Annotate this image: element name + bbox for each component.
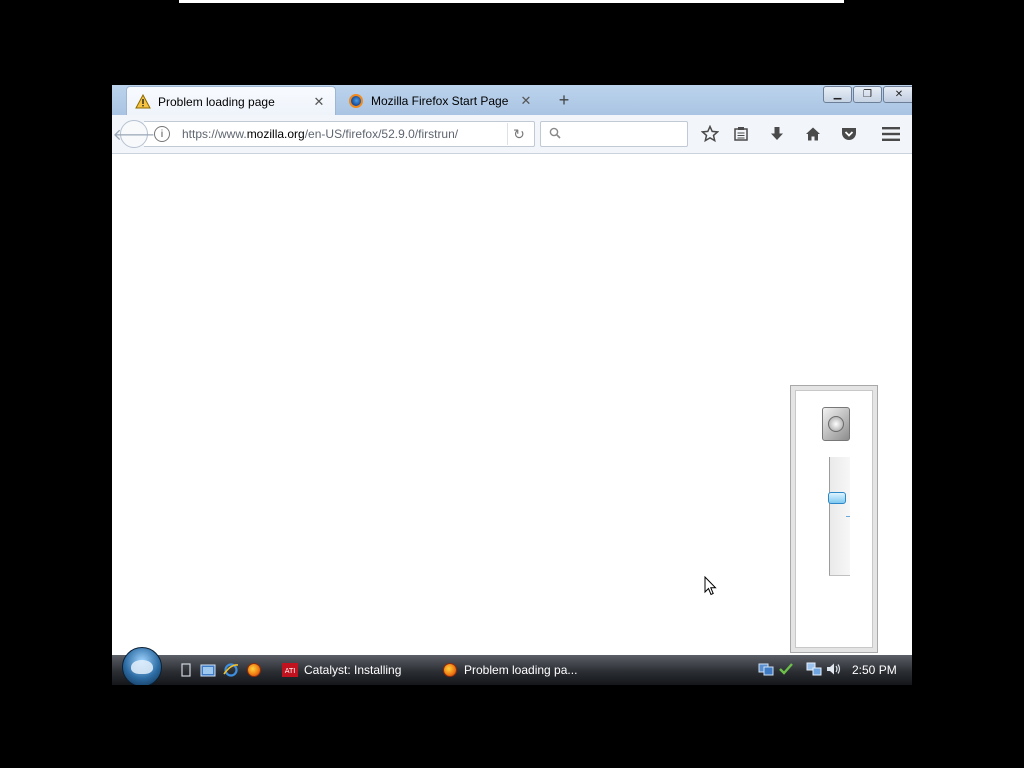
internet-explorer-icon[interactable] bbox=[223, 662, 239, 678]
taskbar-button-catalyst[interactable]: ATI Catalyst: Installing bbox=[282, 659, 401, 681]
firefox-icon bbox=[348, 93, 364, 109]
volume-mixer-popup bbox=[790, 385, 878, 653]
taskbar-button-label: Problem loading pa... bbox=[464, 663, 578, 677]
volume-icon[interactable] bbox=[826, 661, 842, 677]
taskbar-clock[interactable]: 2:50 PM bbox=[852, 663, 897, 677]
download-icon[interactable] bbox=[765, 122, 789, 146]
window-controls: ▁ ❐ ✕ bbox=[822, 86, 912, 103]
start-logo-icon bbox=[131, 660, 153, 674]
minimize-button[interactable]: ▁ bbox=[823, 86, 852, 103]
search-icon bbox=[549, 127, 561, 142]
reload-icon[interactable]: ↻ bbox=[507, 123, 530, 145]
start-button[interactable] bbox=[122, 647, 162, 685]
new-tab-button[interactable]: + bbox=[554, 90, 574, 110]
home-icon[interactable] bbox=[801, 122, 825, 146]
taskbar-button-firefox[interactable]: Problem loading pa... bbox=[442, 659, 577, 681]
volume-mixer-panel bbox=[795, 390, 873, 648]
security-check-icon[interactable] bbox=[778, 661, 794, 677]
network-icon[interactable] bbox=[806, 661, 822, 677]
speaker-icon[interactable] bbox=[822, 407, 850, 441]
url-bar[interactable]: i https://www.mozilla.org/en-US/firefox/… bbox=[144, 121, 535, 147]
svg-text:ATI: ATI bbox=[285, 667, 296, 675]
menu-icon[interactable] bbox=[879, 122, 903, 146]
close-tab-icon[interactable]: ✕ bbox=[311, 94, 327, 110]
volume-slider-thumb[interactable] bbox=[828, 492, 846, 504]
tab-label: Mozilla Firefox Start Page bbox=[371, 93, 509, 108]
warning-icon bbox=[135, 93, 151, 110]
top-edge-strip bbox=[179, 0, 844, 3]
firefox-icon[interactable] bbox=[246, 662, 262, 678]
taskbar: ATI Catalyst: Installing Problem loading… bbox=[112, 647, 912, 685]
network-status-icon[interactable] bbox=[758, 661, 774, 677]
reading-list-icon[interactable] bbox=[729, 122, 753, 146]
star-icon[interactable] bbox=[698, 122, 722, 146]
show-desktop-icon[interactable] bbox=[178, 662, 194, 678]
tab-firefox-start[interactable]: Mozilla Firefox Start Page ✕ bbox=[340, 86, 542, 115]
navigation-toolbar: i https://www.mozilla.org/en-US/firefox/… bbox=[112, 115, 912, 154]
back-arrow-icon: 🡐 bbox=[112, 126, 156, 144]
firefox-icon bbox=[442, 662, 458, 678]
pocket-icon[interactable] bbox=[837, 122, 861, 146]
desktop-screen: Problem loading page ✕ Mozilla Firefox S… bbox=[112, 85, 912, 685]
system-tray bbox=[758, 661, 846, 677]
search-bar[interactable] bbox=[540, 121, 688, 147]
close-window-button[interactable]: ✕ bbox=[883, 86, 912, 103]
close-tab-icon[interactable]: ✕ bbox=[518, 93, 534, 109]
tab-problem-loading[interactable]: Problem loading page ✕ bbox=[126, 86, 336, 116]
url-text[interactable]: https://www.mozilla.org/en-US/firefox/52… bbox=[182, 127, 507, 141]
volume-slider-tick bbox=[846, 516, 850, 517]
search-input[interactable] bbox=[565, 126, 679, 142]
restore-button[interactable]: ❐ bbox=[853, 86, 882, 103]
ati-icon: ATI bbox=[282, 662, 298, 678]
tab-strip: Problem loading page ✕ Mozilla Firefox S… bbox=[112, 85, 912, 116]
taskbar-button-label: Catalyst: Installing bbox=[304, 663, 402, 677]
back-button[interactable]: 🡐 bbox=[113, 120, 155, 148]
tab-label: Problem loading page bbox=[158, 94, 275, 109]
site-info-icon[interactable]: i bbox=[154, 126, 170, 142]
mouse-cursor-icon bbox=[704, 575, 718, 596]
switch-windows-icon[interactable] bbox=[200, 662, 216, 678]
